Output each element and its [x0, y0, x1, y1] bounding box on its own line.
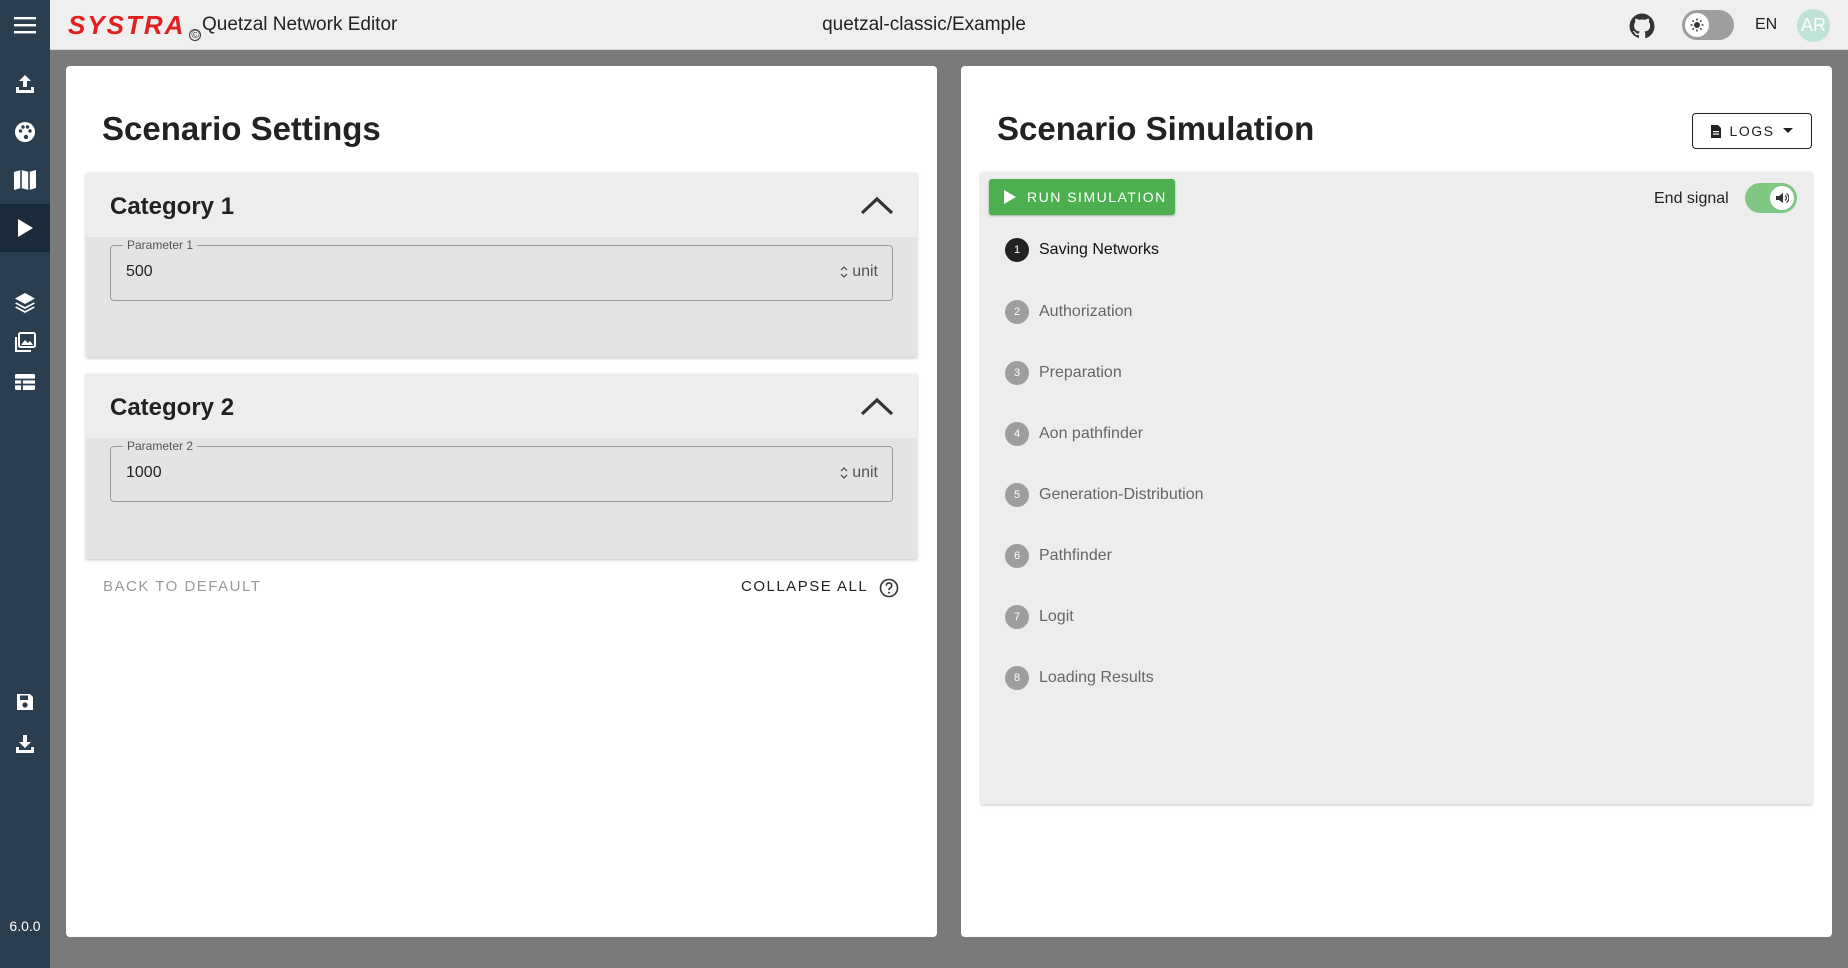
simulation-title: Scenario Simulation — [997, 110, 1315, 147]
step-number: 4 — [1005, 422, 1029, 446]
simulation-steps-card: RUN SIMULATION End signal 1 Saving Netwo… — [981, 172, 1812, 804]
end-signal-label: End signal — [1654, 190, 1729, 207]
avatar[interactable]: AR — [1797, 9, 1830, 42]
category-header[interactable]: Category 2 — [86, 374, 917, 438]
step-number: 6 — [1005, 544, 1029, 568]
systra-logo: SYSTRA © — [68, 10, 202, 41]
end-signal-toggle[interactable] — [1745, 183, 1797, 213]
sidebar-item-styles[interactable] — [0, 108, 50, 156]
layers-icon — [15, 293, 35, 313]
category-title: Category 2 — [110, 394, 235, 421]
app-version: 6.0.0 — [9, 918, 41, 934]
unit-label: unit — [852, 464, 878, 481]
step-label: Aon pathfinder — [1039, 425, 1144, 442]
run-label: RUN SIMULATION — [1027, 189, 1167, 205]
step-number: 7 — [1005, 605, 1029, 629]
upload-icon — [16, 75, 34, 93]
scenario-settings-panel: Scenario Settings Category 1 Parameter 1… — [66, 66, 937, 937]
step-item: 8 Loading Results — [1005, 665, 1154, 691]
project-title: quetzal-classic/Example — [822, 14, 1026, 35]
language-selector[interactable]: EN — [1755, 16, 1777, 34]
help-icon[interactable] — [879, 578, 899, 598]
field-label: Parameter 2 — [123, 439, 198, 453]
map-icon — [14, 170, 36, 190]
top-bar: SYSTRA © Quetzal Network Editor quetzal-… — [0, 0, 1848, 50]
save-icon — [17, 694, 33, 710]
step-label: Preparation — [1039, 364, 1122, 381]
copyright-mark: © — [189, 29, 202, 41]
parameter-field[interactable]: Parameter 1 unit — [110, 238, 893, 301]
image-stack-icon — [15, 332, 36, 352]
chevron-up-icon[interactable] — [859, 392, 895, 420]
step-number: 2 — [1005, 300, 1029, 324]
parameter-input[interactable] — [126, 464, 626, 482]
step-item: 1 Saving Networks — [1005, 237, 1159, 263]
menu-button[interactable] — [0, 0, 50, 50]
category-body: Parameter 2 unit — [86, 438, 917, 559]
step-label: Saving Networks — [1039, 241, 1160, 258]
sidebar-item-tables[interactable] — [0, 358, 50, 406]
sidebar-item-run[interactable] — [0, 204, 50, 252]
field-label: Parameter 1 — [123, 238, 198, 252]
hamburger-icon — [14, 17, 36, 34]
sidebar-item-export[interactable] — [0, 720, 50, 768]
settings-title: Scenario Settings — [102, 110, 381, 147]
step-label: Pathfinder — [1039, 547, 1112, 564]
sidebar: 6.0.0 — [0, 50, 50, 968]
logs-label: LOGS — [1729, 123, 1775, 139]
category-card: Category 1 Parameter 1 unit — [86, 173, 917, 357]
logs-button[interactable]: LOGS — [1692, 113, 1812, 149]
step-label: Authorization — [1039, 303, 1133, 320]
app-title: Quetzal Network Editor — [202, 14, 398, 35]
caret-down-icon — [1783, 128, 1794, 133]
sidebar-item-import[interactable] — [0, 60, 50, 108]
unit-label: unit — [852, 263, 878, 280]
back-to-default-button[interactable]: BACK TO DEFAULT — [103, 578, 261, 595]
step-number: 8 — [1005, 666, 1029, 690]
play-icon — [1004, 190, 1016, 204]
step-item: 3 Preparation — [1005, 360, 1122, 386]
step-item: 2 Authorization — [1005, 299, 1132, 325]
collapse-all-button[interactable]: COLLAPSE ALL — [741, 578, 868, 595]
run-simulation-button[interactable]: RUN SIMULATION — [989, 179, 1175, 215]
category-title: Category 1 — [110, 193, 235, 220]
spinner-icon[interactable] — [840, 466, 848, 480]
step-label: Logit — [1039, 608, 1074, 625]
play-icon — [18, 219, 33, 237]
document-icon — [1710, 124, 1721, 138]
sidebar-item-map[interactable] — [0, 156, 50, 204]
sidebar-item-save[interactable] — [0, 678, 50, 726]
parameter-input[interactable] — [126, 263, 626, 281]
step-item: 7 Logit — [1005, 604, 1074, 630]
step-number: 5 — [1005, 483, 1029, 507]
palette-icon — [15, 122, 35, 142]
category-body: Parameter 1 unit — [86, 237, 917, 357]
parameter-field[interactable]: Parameter 2 unit — [110, 439, 893, 502]
scenario-simulation-panel: Scenario Simulation LOGS RUN SIMULATION … — [961, 66, 1832, 937]
step-number: 1 — [1005, 238, 1029, 262]
step-item: 5 Generation-Distribution — [1005, 482, 1204, 508]
theme-toggle[interactable] — [1682, 10, 1734, 40]
step-item: 6 Pathfinder — [1005, 543, 1112, 569]
category-header[interactable]: Category 1 — [86, 173, 917, 237]
chevron-up-icon[interactable] — [859, 191, 895, 219]
spinner-icon[interactable] — [840, 265, 848, 279]
brightness-icon — [1685, 13, 1709, 37]
category-card: Category 2 Parameter 2 unit — [86, 374, 917, 559]
step-label: Loading Results — [1039, 669, 1154, 686]
download-icon — [16, 735, 34, 753]
github-icon[interactable] — [1629, 13, 1655, 39]
volume-icon — [1770, 186, 1794, 210]
step-number: 3 — [1005, 361, 1029, 385]
step-label: Generation-Distribution — [1039, 486, 1204, 503]
table-icon — [15, 374, 35, 390]
step-item: 4 Aon pathfinder — [1005, 421, 1143, 447]
